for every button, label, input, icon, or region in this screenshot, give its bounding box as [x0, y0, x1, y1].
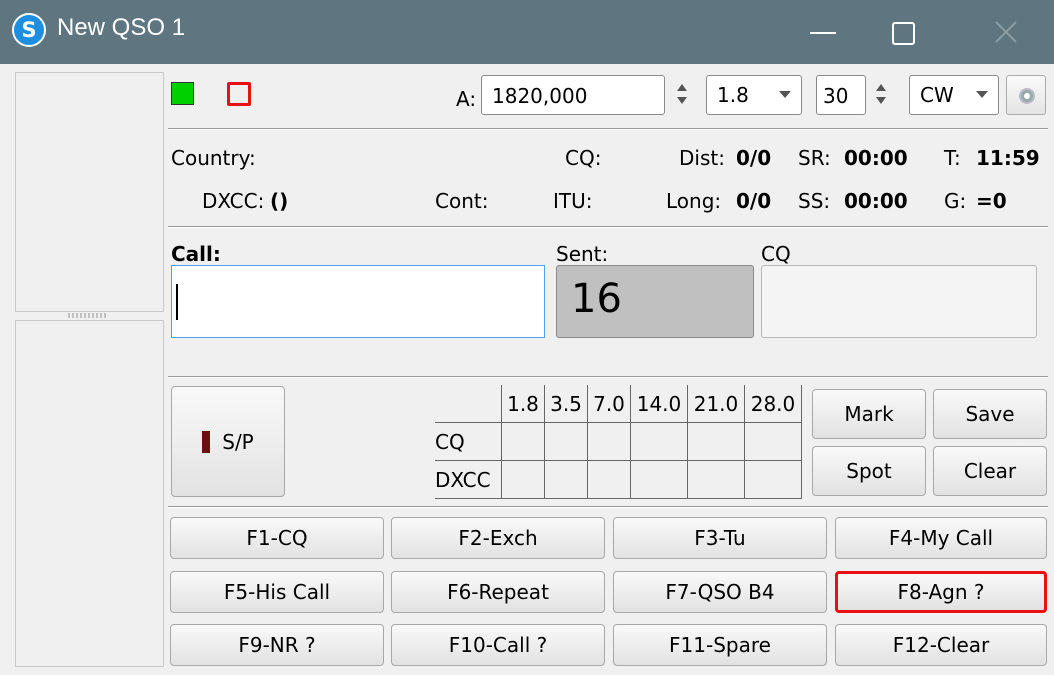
sent-label: Sent: — [556, 242, 609, 266]
table-cell — [501, 422, 545, 461]
table-header-row: 1.8 3.5 7.0 14.0 21.0 28.0 — [435, 385, 802, 423]
mode-select-value: CW — [920, 83, 954, 107]
frequency-spinner[interactable] — [669, 75, 695, 115]
dxcc-value: () — [270, 189, 289, 213]
f12-clear-button[interactable]: F12-Clear — [835, 624, 1047, 666]
f1-cq-button[interactable]: F1-CQ — [170, 517, 384, 559]
splitter-handle[interactable] — [68, 313, 108, 318]
cq-zone-label: CQ: — [565, 146, 602, 170]
f2-exch-button[interactable]: F2-Exch — [391, 517, 605, 559]
frequency-label: A: — [456, 87, 477, 111]
dist-label: Dist: — [679, 146, 725, 170]
clear-button[interactable]: Clear — [933, 446, 1047, 496]
power-input[interactable]: 30 — [816, 75, 866, 115]
chevron-down-icon — [976, 91, 988, 98]
table-cell — [687, 422, 745, 461]
band-worked-table: 1.8 3.5 7.0 14.0 21.0 28.0 CQ DXCC — [435, 385, 802, 499]
long-value: 0/0 — [736, 189, 772, 213]
t-label: T: — [944, 146, 961, 170]
divider — [168, 128, 1048, 130]
sunrise-value: 00:00 — [844, 146, 908, 170]
spot-button[interactable]: Spot — [812, 446, 926, 496]
table-cell — [587, 460, 631, 499]
cq-field[interactable] — [761, 265, 1037, 338]
status-indicator-green — [171, 82, 194, 105]
continent-label: Cont: — [435, 189, 489, 213]
sunset-value: 00:00 — [844, 189, 908, 213]
table-cell — [544, 422, 588, 461]
table-cell — [501, 460, 545, 499]
band-col-21-0: 21.0 — [687, 385, 745, 423]
sp-indicator-icon — [202, 430, 211, 453]
divider — [168, 376, 1048, 378]
sp-button[interactable]: S/P — [171, 386, 285, 497]
table-row: DXCC — [435, 460, 802, 499]
table-cell — [744, 460, 802, 499]
f11-spare-button[interactable]: F11-Spare — [613, 624, 827, 666]
divider — [168, 506, 1048, 508]
g-value: =0 — [976, 189, 1007, 213]
cq-field-label: CQ — [761, 242, 791, 266]
table-row: CQ — [435, 422, 802, 461]
left-panel-top — [15, 72, 164, 312]
row-label-dxcc: DXCC — [435, 460, 502, 499]
band-select-value: 1.8 — [717, 83, 749, 107]
dxcc-label: DXCC: — [202, 189, 265, 213]
f8-agn-button[interactable]: F8-Agn ? — [835, 571, 1047, 613]
settings-button[interactable] — [1006, 75, 1046, 115]
ss-label: SS: — [798, 189, 831, 213]
table-cell — [630, 422, 688, 461]
table-cell — [587, 422, 631, 461]
f5-his-call-button[interactable]: F5-His Call — [170, 571, 384, 613]
band-col-28-0: 28.0 — [744, 385, 802, 423]
window-title: New QSO 1 — [57, 14, 186, 41]
maximize-icon[interactable] — [866, 0, 936, 64]
band-select[interactable]: 1.8 — [706, 75, 802, 115]
call-input[interactable] — [171, 265, 545, 338]
app-logo-icon: S — [12, 13, 46, 47]
g-label: G: — [944, 189, 967, 213]
table-cell — [544, 460, 588, 499]
mode-select[interactable]: CW — [909, 75, 999, 115]
chevron-down-icon — [779, 91, 791, 98]
band-col-3-5: 3.5 — [544, 385, 588, 423]
frequency-input[interactable]: 1820,000 — [481, 75, 665, 115]
f10-call-button[interactable]: F10-Call ? — [391, 624, 605, 666]
left-panel-bottom — [15, 320, 164, 667]
sent-field[interactable]: 16 — [556, 265, 754, 338]
band-col-14-0: 14.0 — [630, 385, 688, 423]
itu-label: ITU: — [553, 189, 593, 213]
close-icon[interactable] — [968, 0, 1044, 64]
sp-button-label: S/P — [222, 429, 254, 454]
f6-repeat-button[interactable]: F6-Repeat — [391, 571, 605, 613]
table-cell — [744, 422, 802, 461]
time-value: 11:59 — [976, 146, 1040, 170]
country-label: Country: — [171, 146, 256, 170]
band-col-7-0: 7.0 — [587, 385, 631, 423]
title-bar: S New QSO 1 — [0, 0, 1054, 64]
row-label-cq: CQ — [435, 422, 502, 461]
table-cell — [687, 460, 745, 499]
long-label: Long: — [666, 189, 722, 213]
save-button[interactable]: Save — [933, 389, 1047, 439]
call-label: Call: — [171, 242, 221, 266]
minimize-icon[interactable] — [788, 0, 858, 64]
f7-qso-b4-button[interactable]: F7-QSO B4 — [613, 571, 827, 613]
f9-nr-button[interactable]: F9-NR ? — [170, 624, 384, 666]
dist-value: 0/0 — [736, 146, 772, 170]
sr-label: SR: — [798, 146, 831, 170]
band-col-1-8: 1.8 — [501, 385, 545, 423]
power-spinner[interactable] — [868, 75, 894, 115]
status-indicator-red — [227, 82, 251, 106]
mark-button[interactable]: Mark — [812, 389, 926, 439]
divider — [168, 226, 1048, 228]
table-cell — [630, 460, 688, 499]
f4-my-call-button[interactable]: F4-My Call — [835, 517, 1047, 559]
gear-icon — [1019, 88, 1035, 104]
f3-tu-button[interactable]: F3-Tu — [613, 517, 827, 559]
